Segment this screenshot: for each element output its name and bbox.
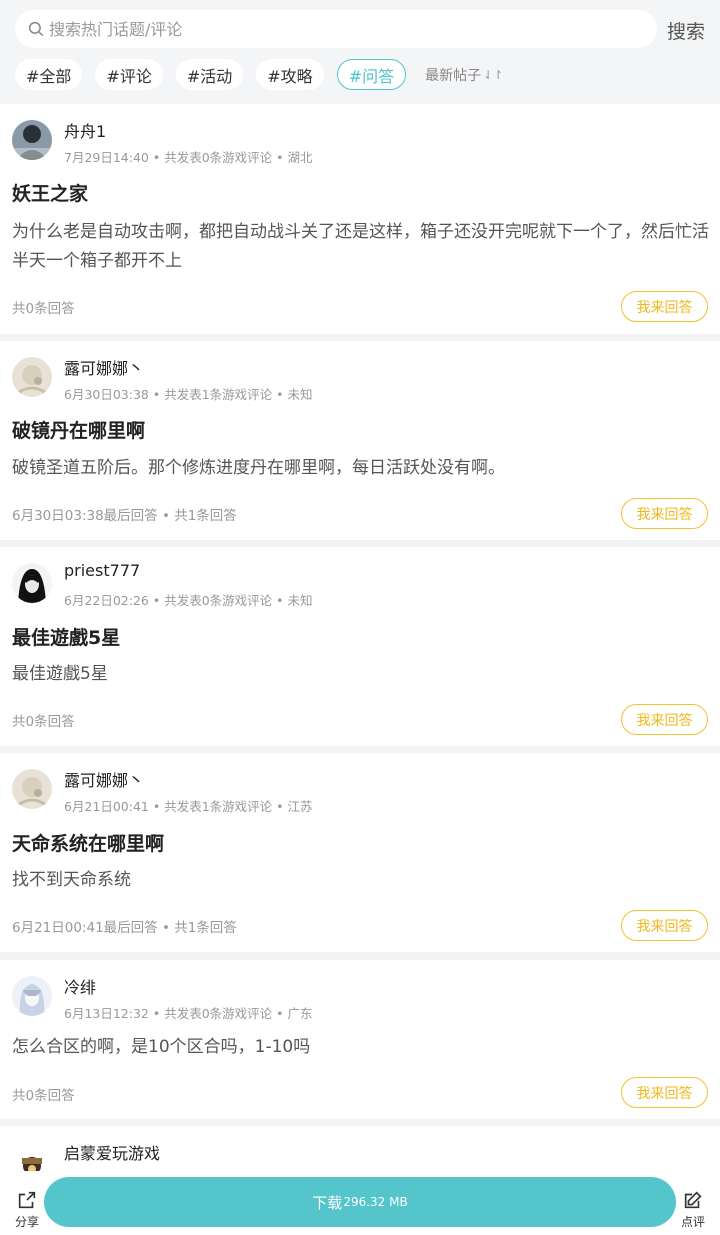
post-meta: 7月29日14:40 • 共发表0条游戏评论 • 湖北 bbox=[64, 150, 313, 165]
share-label: 分享 bbox=[14, 1215, 39, 1229]
answer-count: 共0条回答 bbox=[12, 714, 75, 730]
search-icon bbox=[28, 21, 44, 37]
sort-icon: ⇃↾ bbox=[483, 67, 504, 82]
author-name[interactable]: priest777 bbox=[64, 561, 140, 580]
avatar[interactable] bbox=[12, 769, 52, 809]
download-size: 296.32 MB bbox=[343, 1195, 408, 1209]
search-button[interactable]: 搜索 bbox=[667, 17, 705, 44]
sort-dropdown[interactable]: 最新帖子 ⇃↾ bbox=[425, 65, 503, 85]
post-card[interactable]: 露可娜娜丶 6月30日03:38 • 共发表1条游戏评论 • 未知 破镜丹在哪里… bbox=[0, 341, 720, 540]
post-title[interactable]: 最佳遊戲5星 bbox=[12, 623, 120, 650]
edit-icon bbox=[684, 1191, 702, 1209]
post-content[interactable]: 找不到天命系统 bbox=[12, 866, 712, 895]
author-name[interactable]: 舟舟1 bbox=[64, 118, 106, 142]
post-meta: 6月30日03:38 • 共发表1条游戏评论 • 未知 bbox=[64, 387, 313, 402]
avatar[interactable] bbox=[12, 357, 52, 397]
post-title[interactable]: 妖王之家 bbox=[12, 179, 88, 206]
tag-all[interactable]: #全部 bbox=[15, 59, 83, 90]
sort-label: 最新帖子 bbox=[425, 67, 482, 84]
tag-filter-bar: #全部 #评论 #活动 #攻略 #问答 最新帖子 ⇃↾ bbox=[15, 59, 503, 90]
tag-guide[interactable]: #攻略 bbox=[256, 59, 324, 90]
post-card[interactable]: 冷绯 6月13日12:32 • 共发表0条游戏评论 • 广东 怎么合区的啊，是1… bbox=[0, 960, 720, 1119]
answer-button[interactable]: 我来回答 bbox=[621, 704, 708, 735]
post-card[interactable]: 露可娜娜丶 6月21日00:41 • 共发表1条游戏评论 • 江苏 天命系统在哪… bbox=[0, 753, 720, 952]
post-content[interactable]: 为什么老是自动攻击啊，都把自动战斗关了还是这样，箱子还没开完呢就下一个了，然后忙… bbox=[12, 218, 712, 276]
author-name[interactable]: 冷绯 bbox=[64, 974, 96, 998]
answer-count: 共0条回答 bbox=[12, 301, 75, 317]
avatar[interactable] bbox=[12, 976, 52, 1016]
post-content[interactable]: 最佳遊戲5星 bbox=[12, 660, 712, 689]
answer-button[interactable]: 我来回答 bbox=[621, 1077, 708, 1108]
author-name[interactable]: 露可娜娜丶 bbox=[64, 355, 144, 379]
post-title[interactable]: 天命系统在哪里啊 bbox=[12, 829, 164, 856]
post-content[interactable]: 破镜圣道五阶后。那个修炼进度丹在哪里啊，每日活跃处没有啊。 bbox=[12, 454, 712, 483]
post-card[interactable]: priest777 6月22日02:26 • 共发表0条游戏评论 • 未知 最佳… bbox=[0, 547, 720, 746]
search-input[interactable] bbox=[49, 19, 629, 39]
author-name[interactable]: 启蒙爱玩游戏 bbox=[64, 1140, 160, 1164]
post-title[interactable]: 破镜丹在哪里啊 bbox=[12, 416, 145, 443]
answer-count: 共0条回答 bbox=[12, 1088, 75, 1104]
tag-event[interactable]: #活动 bbox=[175, 59, 244, 90]
share-button[interactable]: 分享 bbox=[12, 1189, 42, 1230]
answer-info: 6月21日00:41最后回答 • 共1条回答 bbox=[12, 920, 237, 936]
post-meta: 6月13日12:32 • 共发表0条游戏评论 • 广东 bbox=[64, 1006, 313, 1021]
post-meta: 6月21日00:41 • 共发表1条游戏评论 • 江苏 bbox=[64, 799, 313, 814]
author-name[interactable]: 露可娜娜丶 bbox=[64, 767, 144, 791]
bottom-action-bar: 分享 下载 296.32 MB 点评 bbox=[0, 1171, 720, 1235]
answer-info: 6月30日03:38最后回答 • 共1条回答 bbox=[12, 508, 237, 524]
review-label: 点评 bbox=[680, 1215, 705, 1229]
review-button[interactable]: 点评 bbox=[678, 1189, 708, 1230]
post-content[interactable]: 怎么合区的啊，是10个区合吗，1-10吗 bbox=[12, 1033, 712, 1062]
top-bar: 搜索 #全部 #评论 #活动 #攻略 #问答 最新帖子 ⇃↾ bbox=[0, 0, 720, 104]
tag-review[interactable]: #评论 bbox=[95, 59, 163, 90]
avatar[interactable] bbox=[12, 120, 52, 160]
answer-button[interactable]: 我来回答 bbox=[621, 498, 708, 529]
answer-button[interactable]: 我来回答 bbox=[621, 910, 708, 941]
search-box[interactable] bbox=[15, 10, 657, 48]
share-icon bbox=[18, 1191, 36, 1209]
avatar[interactable] bbox=[12, 563, 52, 603]
post-meta: 6月22日02:26 • 共发表0条游戏评论 • 未知 bbox=[64, 593, 313, 608]
tag-qa[interactable]: #问答 bbox=[336, 59, 407, 90]
download-label: 下载 bbox=[312, 1193, 343, 1212]
download-button[interactable]: 下载 296.32 MB bbox=[44, 1177, 676, 1227]
answer-button[interactable]: 我来回答 bbox=[621, 291, 708, 322]
post-card[interactable]: 舟舟1 7月29日14:40 • 共发表0条游戏评论 • 湖北 妖王之家 为什么… bbox=[0, 104, 720, 334]
